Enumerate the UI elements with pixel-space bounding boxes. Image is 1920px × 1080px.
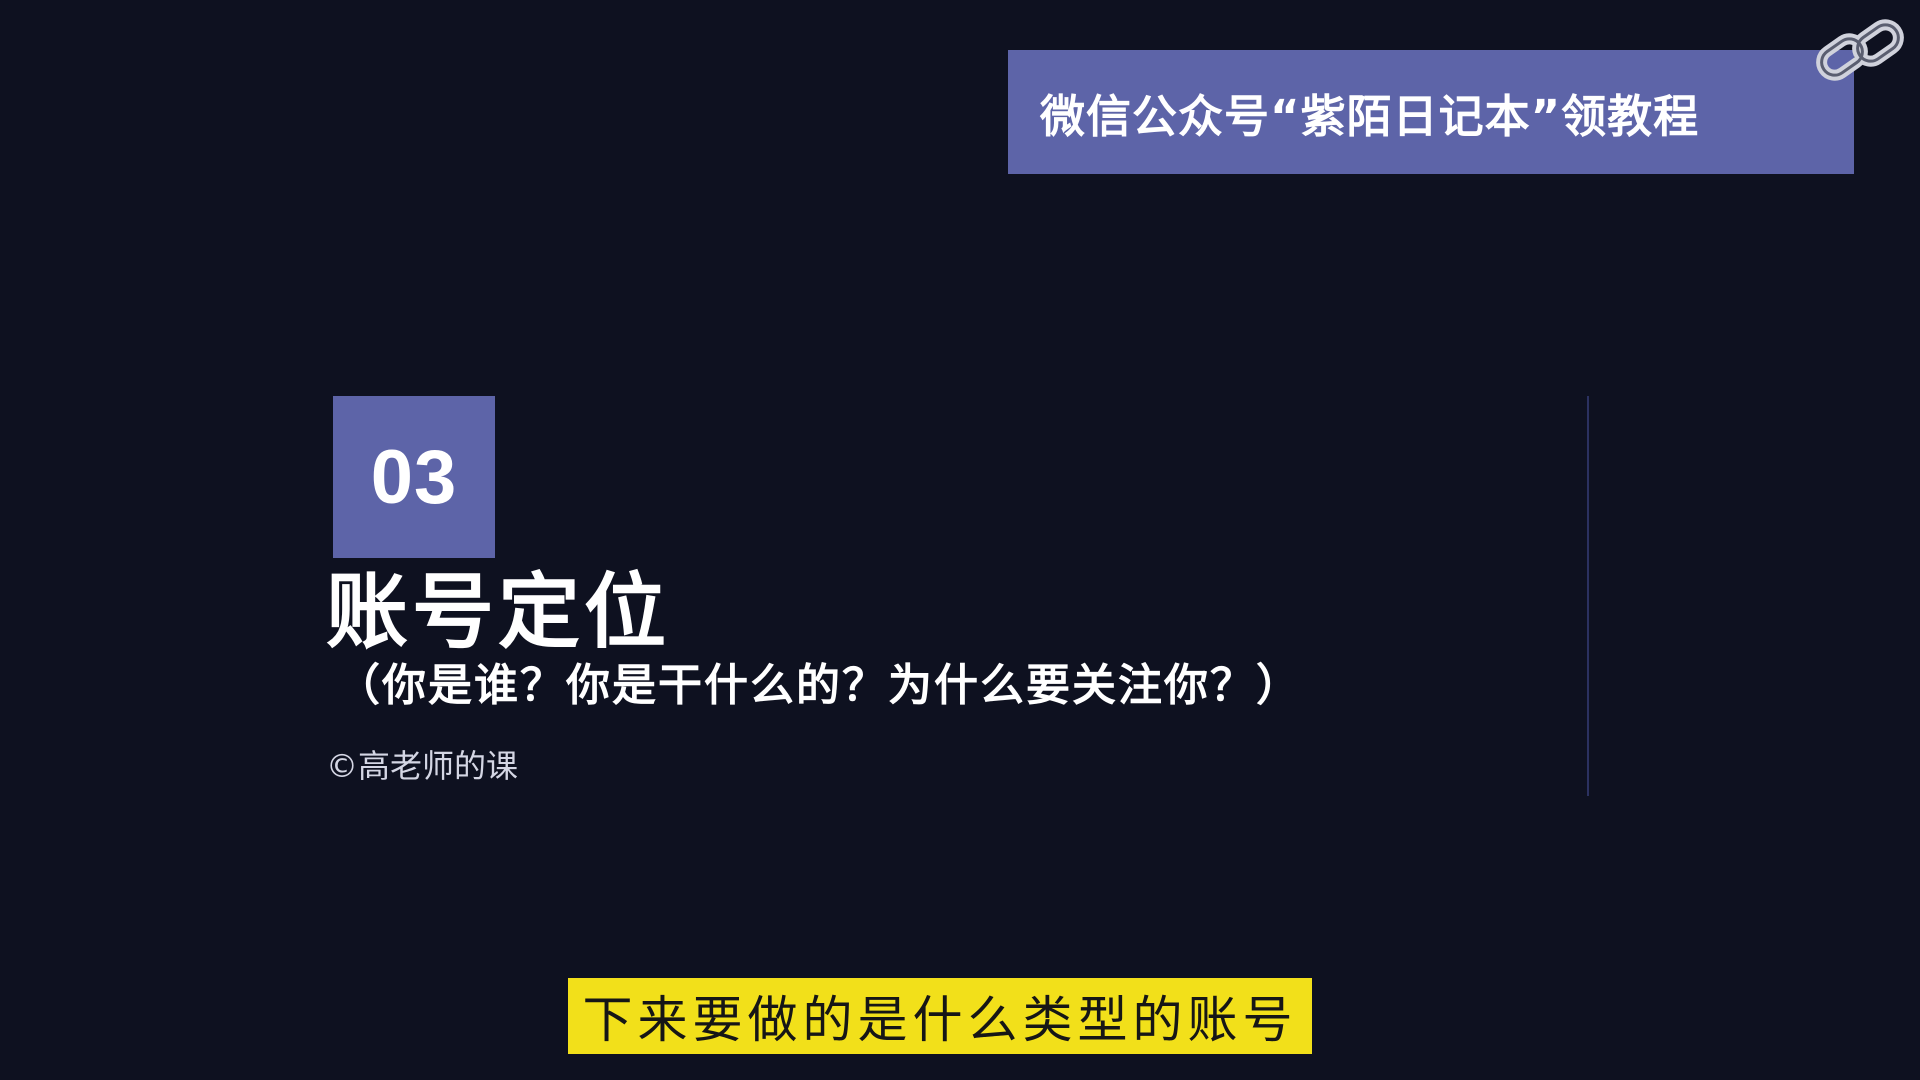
promo-banner: 微信公众号“紫陌日记本”领教程 [1008,50,1854,174]
vertical-divider [1587,396,1589,796]
section-number: 03 [370,434,458,520]
subtitle-caption-text: 下来要做的是什么类型的账号 [582,991,1298,1049]
chain-link-icon [1816,19,1904,81]
promo-banner-text: 微信公众号“紫陌日记本”领教程 [1040,89,1700,143]
video-frame: 微信公众号“紫陌日记本”领教程 03 账号定位 （你是谁？你是干什么的？为什么要… [0,0,1920,1080]
section-number-badge: 03 [333,396,495,558]
section-subtitle: （你是谁？你是干什么的？为什么要关注你？） [336,660,1302,711]
subtitle-caption: 下来要做的是什么类型的账号 [568,978,1312,1054]
section-title: 账号定位 [326,565,671,660]
copyright-notice: ©高老师的课 [326,747,519,785]
